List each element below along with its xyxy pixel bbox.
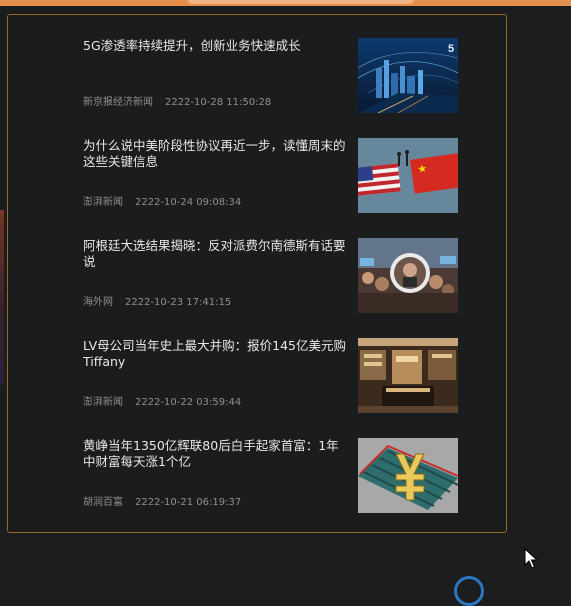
- news-time: 2222-10-22 03:59:44: [135, 397, 242, 408]
- news-source: 澎湃新闻: [83, 197, 123, 208]
- top-tab[interactable]: [188, 0, 414, 4]
- news-meta: 胡润百富 2222-10-21 06:19:37: [83, 497, 241, 509]
- thumbnail-5g-text: 5: [448, 43, 454, 55]
- news-title[interactable]: 阿根廷大选结果揭晓：反对派费尔南德斯有话要说: [83, 238, 351, 270]
- news-item[interactable]: 阿根廷大选结果揭晓：反对派费尔南德斯有话要说 海外网 2222-10-23 17:…: [83, 238, 459, 314]
- news-source: 澎湃新闻: [83, 397, 123, 408]
- svg-text:★: ★: [416, 162, 428, 176]
- left-edge-decoration: [0, 210, 4, 385]
- news-meta: 澎湃新闻 2222-10-24 09:08:34: [83, 197, 241, 209]
- news-item[interactable]: LV母公司当年史上最大并购：报价145亿美元购Tiffany 澎湃新闻 2222-…: [83, 338, 459, 414]
- news-thumbnail-store[interactable]: [358, 338, 458, 413]
- news-time: 2222-10-24 09:08:34: [135, 197, 242, 208]
- news-title[interactable]: 为什么说中美阶段性协议再近一步，读懂周末的这些关键信息: [83, 138, 351, 170]
- news-thumbnail-flags[interactable]: ★: [358, 138, 458, 213]
- news-item[interactable]: 为什么说中美阶段性协议再近一步，读懂周末的这些关键信息 澎湃新闻 2222-10-…: [83, 138, 459, 214]
- news-source: 海外网: [83, 297, 113, 308]
- news-thumbnail-yen[interactable]: [358, 438, 458, 513]
- news-time: 2222-10-28 11:50:28: [165, 97, 272, 108]
- news-item[interactable]: 5G渗透率持续提升，创新业务快速成长 新京报经济新闻 2222-10-28 11:…: [83, 38, 459, 114]
- news-source: 胡润百富: [83, 497, 123, 508]
- news-list-panel: 5G渗透率持续提升，创新业务快速成长 新京报经济新闻 2222-10-28 11:…: [7, 14, 507, 533]
- mouse-cursor-icon: [524, 548, 538, 569]
- news-title[interactable]: 黄峥当年1350亿辉联80后白手起家首富：1年中财富每天涨1个亿: [83, 438, 351, 470]
- news-source: 新京报经济新闻: [83, 97, 153, 108]
- news-thumbnail-city-network[interactable]: 5: [358, 38, 458, 113]
- news-title[interactable]: 5G渗透率持续提升，创新业务快速成长: [83, 38, 351, 54]
- news-thumbnail-crowd[interactable]: [358, 238, 458, 313]
- news-meta: 澎湃新闻 2222-10-22 03:59:44: [83, 397, 241, 409]
- news-meta: 新京报经济新闻 2222-10-28 11:50:28: [83, 97, 271, 109]
- news-item[interactable]: 黄峥当年1350亿辉联80后白手起家首富：1年中财富每天涨1个亿 胡润百富 222…: [83, 438, 459, 514]
- corner-badge-icon[interactable]: [454, 576, 484, 606]
- news-time: 2222-10-23 17:41:15: [125, 297, 232, 308]
- news-title[interactable]: LV母公司当年史上最大并购：报价145亿美元购Tiffany: [83, 338, 351, 370]
- news-meta: 海外网 2222-10-23 17:41:15: [83, 297, 231, 309]
- news-time: 2222-10-21 06:19:37: [135, 497, 242, 508]
